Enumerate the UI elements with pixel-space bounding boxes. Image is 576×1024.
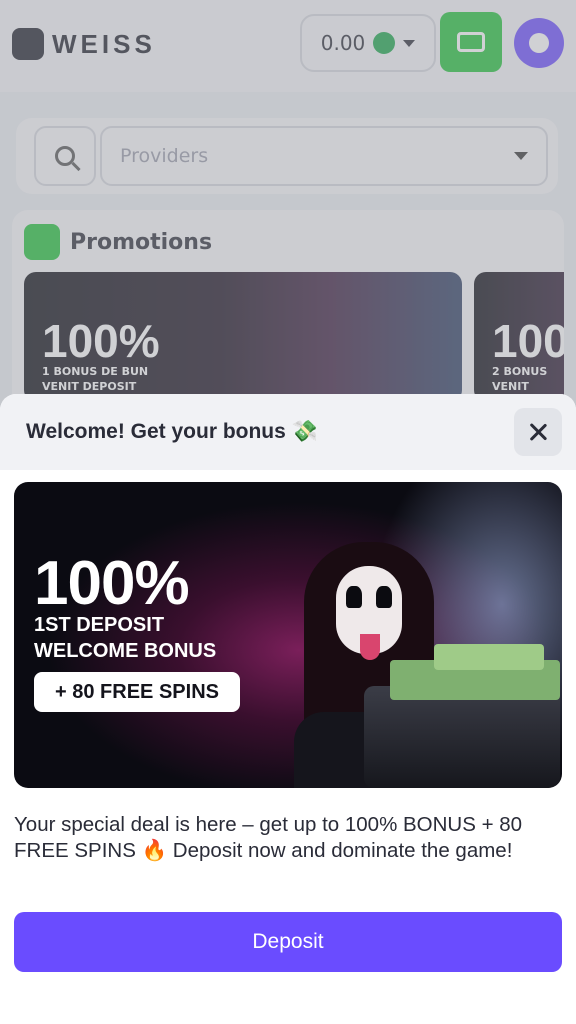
- close-button[interactable]: [514, 408, 562, 456]
- offer-description: Your special deal is here – get up to 10…: [14, 813, 523, 862]
- banner-percent: 100%: [34, 549, 190, 618]
- deposit-label: Deposit: [252, 930, 324, 953]
- modal-header: Welcome! Get your bonus 💸: [0, 394, 576, 470]
- deposit-button[interactable]: Deposit: [14, 912, 562, 972]
- close-icon: [529, 423, 547, 441]
- banner-line1: 1ST DEPOSIT: [34, 614, 165, 636]
- welcome-bonus-modal: Welcome! Get your bonus 💸 100% 1ST DEPOS…: [0, 394, 576, 1024]
- chest-illustration: [364, 686, 560, 788]
- banner-line2: WELCOME BONUS: [34, 640, 217, 662]
- cash-illustration: [434, 644, 544, 670]
- modal-title: Welcome! Get your bonus 💸: [26, 420, 318, 443]
- free-spins-text: + 80 FREE SPINS: [55, 680, 219, 703]
- bonus-banner: 100% 1ST DEPOSIT WELCOME BONUS + 80 FREE…: [14, 482, 562, 788]
- free-spins-pill: + 80 FREE SPINS: [34, 672, 240, 712]
